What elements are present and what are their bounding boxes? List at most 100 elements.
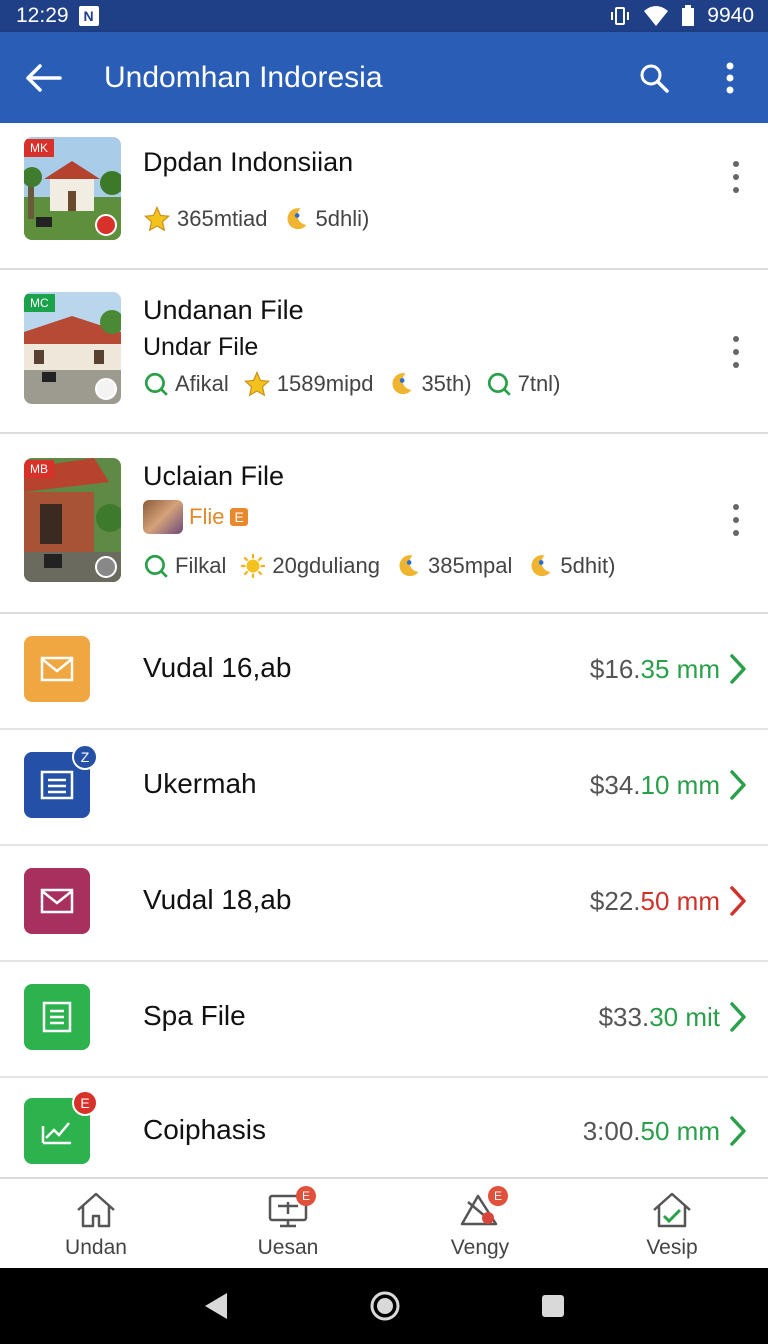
- search-icon: [487, 372, 511, 396]
- row-icon-tile: Z: [24, 744, 98, 818]
- moon-icon: [399, 555, 419, 577]
- row-badge: E: [72, 1090, 98, 1116]
- nav-badge: E: [296, 1185, 316, 1206]
- chevron-right-icon: [730, 770, 746, 800]
- row-amount: $34.10 mm: [590, 770, 720, 801]
- sun-icon: [241, 554, 266, 578]
- search-icon: [144, 372, 168, 396]
- item-more-button[interactable]: [726, 157, 746, 197]
- place-meta: 365mtiad 5dhli): [143, 205, 375, 233]
- recents-square-icon[interactable]: [541, 1294, 565, 1318]
- row-label: Vudal 18,ab: [143, 884, 292, 915]
- meta-item: 20gduliang: [240, 553, 380, 579]
- home-icon: [77, 1192, 115, 1227]
- meta-text: 5dhit): [560, 553, 616, 578]
- meta-text: Filkal: [175, 553, 227, 578]
- file-avatar: [143, 500, 183, 534]
- star-icon: [143, 205, 171, 232]
- badge-icon: [95, 556, 117, 578]
- place-item[interactable]: MK Dpdan Indonsiian 365mtiad 5dhli): [0, 123, 768, 270]
- back-button[interactable]: [0, 32, 86, 123]
- list-row[interactable]: Vudal 18,ab $22.50 mm: [0, 846, 768, 962]
- badge-icon: [95, 378, 117, 400]
- star-icon: [243, 370, 270, 397]
- meta-text: 365mtiad: [177, 206, 268, 231]
- nav-item-uesan[interactable]: E Uesan: [192, 1179, 384, 1268]
- place-item[interactable]: MB Uclaian File Flie E Filkal 20gduliang…: [0, 434, 768, 614]
- file-chip-badge: E: [230, 508, 248, 526]
- bottom-navigation: Undan E Uesan E Vengy Vesip: [0, 1177, 768, 1268]
- amount-tail: 30 mit: [649, 1002, 720, 1032]
- row-icon-tile: [24, 984, 90, 1050]
- nav-icon-wrap: [648, 1188, 696, 1232]
- row-amount: $33.30 mit: [599, 1002, 720, 1033]
- place-tag: MK: [24, 139, 54, 157]
- place-tag: MB: [24, 460, 54, 478]
- mail-icon: [40, 656, 74, 682]
- home-circle-icon[interactable]: [369, 1290, 401, 1322]
- place-tag: MC: [24, 294, 55, 312]
- house-check-icon: [653, 1192, 691, 1227]
- list-row[interactable]: Spa File $33.30 mit: [0, 962, 768, 1078]
- item-more-button[interactable]: [726, 500, 746, 540]
- more-options-button[interactable]: [692, 32, 768, 123]
- row-amount: 3:00.50 mm: [583, 1116, 720, 1147]
- chevron-right-icon: [730, 1002, 746, 1032]
- status-bar: 12:29 N 9940: [0, 0, 768, 32]
- nav-icon-wrap: [72, 1188, 120, 1232]
- search-icon: [640, 64, 669, 93]
- amount-main: $33.: [598, 1002, 650, 1032]
- battery-text: 9940: [707, 4, 754, 27]
- moon-icon: [392, 373, 412, 395]
- place-title: Undanan File: [143, 295, 304, 325]
- row-label: Vudal 16,ab: [143, 652, 292, 683]
- meta-text: 20gduliang: [272, 553, 381, 578]
- notification-icon: N: [78, 6, 99, 26]
- more-vert-icon: [726, 62, 734, 93]
- app-title: Undomhan Indoresia: [104, 60, 383, 94]
- moon-icon: [531, 555, 551, 577]
- place-meta: Filkal 20gduliang 385mpal 5dhit): [143, 552, 621, 580]
- place-thumbnail: MK: [24, 137, 121, 240]
- list-row[interactable]: Vudal 16,ab $16.35 mm: [0, 614, 768, 730]
- search-button[interactable]: [616, 32, 692, 123]
- amount-main: $34.: [589, 770, 641, 800]
- list-row[interactable]: E Coiphasis 3:00.50 mm: [0, 1076, 768, 1177]
- nav-item-vengy[interactable]: E Vengy: [384, 1179, 576, 1268]
- place-item[interactable]: MC Undanan File Undar File Afikal 1589mi…: [0, 270, 768, 434]
- nav-icon-wrap: E: [264, 1185, 316, 1232]
- content-list: MK Dpdan Indonsiian 365mtiad 5dhli) MC U…: [0, 123, 768, 1177]
- amount-tail: 35 mm: [640, 654, 720, 684]
- amount-main: 3:00.: [582, 1116, 641, 1146]
- meta-text: 35th): [421, 371, 472, 396]
- nav-item-undan[interactable]: Undan: [0, 1179, 192, 1268]
- nav-badge: E: [488, 1185, 508, 1206]
- back-triangle-icon[interactable]: [203, 1291, 229, 1321]
- battery-icon: [681, 5, 695, 27]
- nav-icon-wrap: E: [456, 1185, 508, 1232]
- meta-item: 365mtiad: [143, 205, 268, 233]
- place-meta: Afikal 1589mipd 35th) 7tnl): [143, 370, 566, 398]
- meta-item: 1589mipd: [243, 370, 373, 398]
- meta-item: 7tnl): [486, 371, 560, 397]
- mail-icon: [40, 888, 74, 914]
- meta-text: 5dhli): [315, 206, 370, 231]
- amount-tail: 50 mm: [640, 886, 720, 916]
- list-row[interactable]: Z Ukermah $34.10 mm: [0, 730, 768, 846]
- nav-label: Undan: [65, 1235, 127, 1259]
- chevron-right-icon: [730, 1116, 746, 1146]
- vibrate-icon: [609, 5, 631, 27]
- item-more-button[interactable]: [726, 332, 746, 372]
- file-chip[interactable]: Flie E: [143, 500, 248, 534]
- meta-text: 385mpal: [428, 553, 513, 578]
- nav-label: Vengy: [450, 1235, 510, 1259]
- meta-text: Afikal: [175, 371, 229, 396]
- nav-item-vesip[interactable]: Vesip: [576, 1179, 768, 1268]
- row-icon-tile: [24, 636, 90, 702]
- file-chip-label: Flie: [189, 504, 225, 529]
- place-subtitle: Undar File: [143, 333, 259, 361]
- amount-main: $22.: [589, 886, 641, 916]
- status-time: 12:29: [16, 4, 69, 27]
- document-icon: [42, 1001, 72, 1033]
- moon-icon: [287, 208, 307, 230]
